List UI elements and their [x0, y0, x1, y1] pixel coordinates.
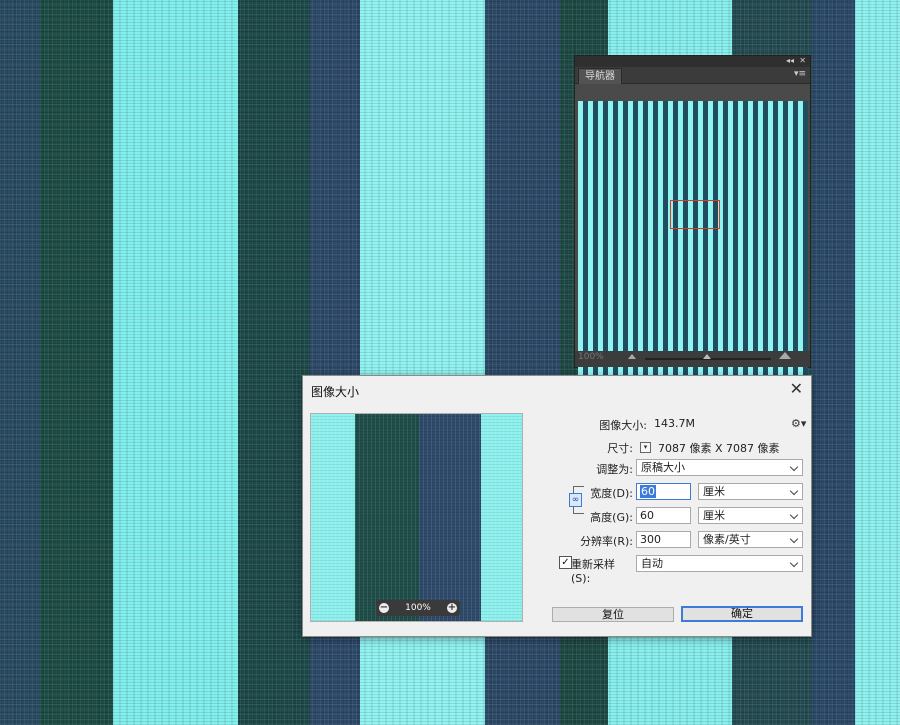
dialog-title: 图像大小: [311, 385, 360, 399]
height-value: 60: [640, 509, 654, 522]
dimensions-value: 7087 像素 X 7087 像素: [658, 442, 780, 455]
zoom-out-icon[interactable]: −: [379, 603, 389, 613]
navigator-zoom-field[interactable]: 100%: [578, 352, 604, 362]
panel-menu-icon[interactable]: ▾≡: [794, 69, 806, 79]
preview-zoom-value: 100%: [405, 603, 431, 613]
navigator-panel-topbar[interactable]: ◂◂ ✕: [575, 56, 810, 67]
height-unit-select[interactable]: 厘米: [698, 507, 803, 524]
navigator-zoom-bar: 100%: [575, 351, 810, 367]
zoom-slider-handle[interactable]: [703, 354, 711, 359]
image-size-label: 图像大小:: [599, 419, 647, 432]
navigator-panel: ◂◂ ✕ 导航器 ▾≡ 100%: [574, 55, 811, 384]
navigator-view-rectangle[interactable]: [670, 200, 720, 229]
fit-to-label: 调整为:: [596, 463, 633, 476]
width-unit-select[interactable]: 厘米: [698, 483, 803, 500]
chevron-down-icon: [789, 558, 799, 568]
tab-navigator[interactable]: 导航器: [578, 68, 622, 84]
resample-label: 重新采样(S):: [571, 558, 615, 585]
chevron-down-icon: [789, 462, 799, 472]
close-icon[interactable]: ✕: [790, 380, 803, 398]
resolution-value: 300: [640, 533, 661, 546]
ok-button[interactable]: 确定: [681, 606, 803, 622]
chevron-down-icon: [789, 486, 799, 496]
height-label: 高度(G):: [590, 511, 633, 524]
zoom-in-icon[interactable]: +: [447, 603, 457, 613]
image-size-value: 143.7M: [654, 417, 695, 430]
width-unit-value: 厘米: [703, 485, 725, 498]
width-value: 60: [640, 485, 656, 498]
width-label: 宽度(D):: [590, 487, 633, 500]
resolution-unit-select[interactable]: 像素/英寸: [698, 531, 803, 548]
navigator-tab-row: 导航器 ▾≡: [575, 67, 810, 84]
width-input[interactable]: 60: [636, 483, 691, 500]
zoom-out-icon[interactable]: [628, 354, 636, 359]
image-preview[interactable]: − 100% +: [310, 413, 523, 622]
height-unit-value: 厘米: [703, 509, 725, 522]
chevron-down-icon: [789, 534, 799, 544]
resample-method-select[interactable]: 自动: [636, 555, 803, 572]
preview-zoom-control: − 100% +: [376, 600, 460, 616]
resolution-unit-value: 像素/英寸: [703, 533, 751, 546]
dimensions-label: 尺寸:: [607, 442, 633, 455]
chevron-down-icon: [789, 510, 799, 520]
zoom-in-icon[interactable]: [779, 352, 791, 359]
height-input[interactable]: 60: [636, 507, 691, 524]
navigator-thumbnail[interactable]: [578, 101, 808, 384]
close-icon[interactable]: ✕: [799, 55, 806, 66]
gear-icon[interactable]: ⚙▾: [791, 417, 806, 430]
collapse-icon[interactable]: ◂◂: [786, 55, 794, 66]
dimensions-unit-toggle[interactable]: ▾: [640, 442, 651, 453]
reset-button[interactable]: 复位: [552, 607, 674, 622]
resolution-input[interactable]: 300: [636, 531, 691, 548]
fit-to-select[interactable]: 原稿大小: [636, 459, 803, 476]
image-size-dialog: 图像大小 ✕ − 100% + 图像大小: 143.7M ⚙▾ 尺寸: ▾ 70…: [302, 375, 812, 637]
resample-method-value: 自动: [641, 557, 663, 570]
fit-to-value: 原稿大小: [641, 461, 685, 474]
resolution-label: 分辨率(R):: [580, 535, 633, 548]
